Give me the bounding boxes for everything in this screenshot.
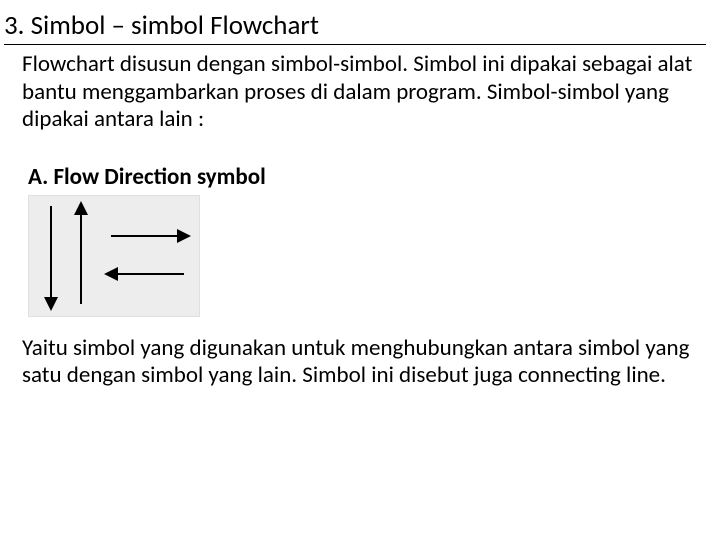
subsection-paragraph: Yaitu simbol yang digunakan untuk menghu… (22, 335, 706, 389)
section-heading: 3. Simbol – simbol Flowchart (4, 10, 706, 45)
flow-direction-arrows-icon (29, 196, 199, 316)
slide-page: 3. Simbol – simbol Flowchart Flowchart d… (0, 0, 720, 540)
intro-paragraph: Flowchart disusun dengan simbol-simbol. … (22, 51, 706, 132)
flow-direction-figure (28, 195, 200, 317)
subsection-title: A. Flow Direction symbol (28, 163, 706, 191)
